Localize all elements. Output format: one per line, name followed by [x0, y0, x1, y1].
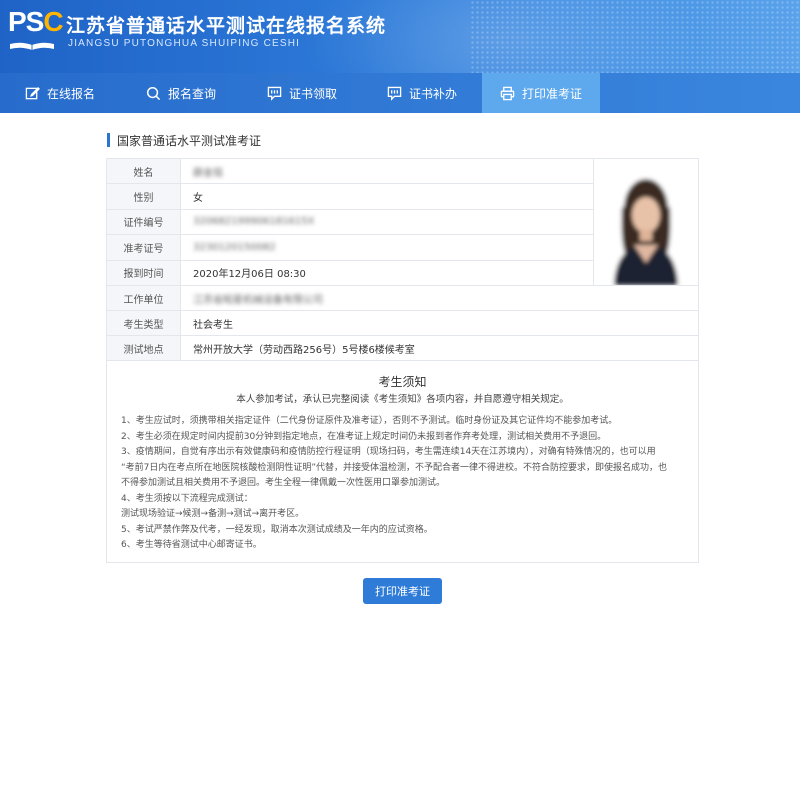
table-row: 工作单位 江苏省昭星机械设备有限公司 — [106, 285, 699, 311]
notice-line: 1、考生应试时，须携带相关指定证件（二代身份证原件及准考证），否则不予测试。临时… — [121, 416, 618, 426]
nav-item-label: 打印准考证 — [521, 86, 582, 101]
notice-line: “考前7日内在考点所在地医院核酸检测阴性证明”代替，并接受体温检测，不予配合者一… — [121, 462, 668, 473]
main-nav: 在线报名 报名查询 证书领取 证书补办 打印准考证 — [0, 73, 800, 113]
ticket-number-value: 3230120150082 — [193, 241, 276, 253]
edit-icon — [25, 86, 40, 99]
site-title: 江苏省普通话水平测试在线报名系统 — [66, 15, 387, 37]
notice-title: 考生须知 — [378, 375, 427, 389]
world-map-dots — [470, 0, 800, 73]
notice-line: 不得参加测试且相关费用不予退回。考生全程一律佩戴一次性医用口罩参加测试。 — [121, 478, 446, 488]
candidate-notice: 考生须知 本人参加考试，承认已完整阅读《考生须知》各项内容，并自愿遵守相关规定。… — [106, 359, 699, 563]
field-label: 工作单位 — [106, 285, 181, 311]
psc-logo[interactable]: PSC — [8, 6, 64, 50]
field-label: 性别 — [106, 183, 181, 210]
notice-line: 6、考生等待省测试中心邮寄证书。 — [121, 540, 262, 550]
employer-value: 江苏省昭星机械设备有限公司 — [193, 294, 323, 306]
test-location-value: 常州开放大学（劳动西路256号）5号楼6楼候考室 — [180, 335, 699, 361]
gender-value: 女 — [180, 183, 594, 210]
table-row: 姓名 薛金铭 — [106, 157, 699, 286]
nav-item-print-ticket[interactable]: 打印准考证 — [482, 73, 600, 113]
field-label: 证件编号 — [106, 208, 181, 236]
notice-line: 4、考生须按以下流程完成测试： — [121, 493, 253, 504]
site-header: PSC 江苏省普通话水平测试在线报名系统 JIANGSU PUTONGHUA S… — [0, 0, 800, 73]
field-label: 测试地点 — [106, 335, 181, 361]
title-accent-bar — [107, 133, 110, 147]
table-row: 考生类型 社会考生 — [106, 310, 699, 336]
nav-item-label: 证书领取 — [288, 86, 337, 101]
nav-item-label: 报名查询 — [167, 86, 216, 101]
notice-line: 2、考生必须在规定时间内提前30分钟到指定地点，在准考证上规定时间仍未报到者作弃… — [121, 431, 607, 442]
field-label: 姓名 — [106, 157, 181, 185]
field-label: 准考证号 — [106, 234, 181, 261]
candidate-type-value: 社会考生 — [180, 310, 699, 336]
nav-item-signup-query[interactable]: 报名查询 — [120, 73, 242, 113]
nav-item-certificate-reissue[interactable]: 证书补办 — [362, 73, 482, 113]
site-subtitle: JIANGSU PUTONGHUA SHUIPING CESHI — [68, 38, 301, 49]
nav-item-online-signup[interactable]: 在线报名 — [0, 73, 120, 113]
candidate-photo-image — [594, 159, 698, 285]
notice-line: 测试现场验证→候测→备测→测试→离开考区。 — [121, 509, 305, 519]
notice-body: 1、考生应试时，须携带相关指定证件（二代身份证原件及准考证），否则不予测试。临时… — [121, 414, 691, 554]
message-icon — [387, 86, 402, 101]
candidate-photo — [594, 159, 698, 285]
book-icon — [10, 42, 54, 50]
table-row: 测试地点 常州开放大学（劳动西路256号）5号楼6楼候考室 — [106, 335, 699, 361]
nav-item-label: 在线报名 — [46, 86, 95, 101]
page: PSC 江苏省普通话水平测试在线报名系统 JIANGSU PUTONGHUA S… — [0, 0, 800, 800]
id-number-value: 320682199906181615X — [193, 216, 315, 228]
notice-line: 3、疫情期间，自觉有序出示有效健康码和疫情防控行程证明（现场扫码，考生需连续14… — [121, 447, 656, 457]
nav-item-certificate-collect[interactable]: 证书领取 — [242, 73, 362, 113]
report-time-value: 2020年12月06日 08:30 — [180, 259, 594, 287]
nav-item-label: 证书补办 — [408, 86, 457, 101]
section-title: 国家普通话水平测试准考证 — [107, 133, 261, 148]
notice-subtitle: 本人参加考试，承认已完整阅读《考生须知》各项内容，并自愿遵守相关规定。 — [236, 394, 569, 405]
field-label: 报到时间 — [106, 259, 181, 287]
notice-line: 5、考试严禁作弊及代考，一经发现，取消本次测试成绩及一年内的应试资格。 — [121, 524, 433, 535]
name-value: 薛金铭 — [193, 167, 223, 179]
photo-cell — [593, 158, 699, 286]
logo-text: PSC — [8, 6, 64, 37]
search-icon — [146, 86, 161, 100]
field-label: 考生类型 — [106, 310, 181, 336]
print-ticket-button[interactable]: 打印准考证 — [363, 578, 442, 604]
message-icon — [267, 86, 282, 101]
admission-ticket-table: 姓名 薛金铭 性别 女 证件编号 320682199906181615X 准考证… — [106, 157, 699, 361]
printer-icon — [500, 86, 515, 100]
